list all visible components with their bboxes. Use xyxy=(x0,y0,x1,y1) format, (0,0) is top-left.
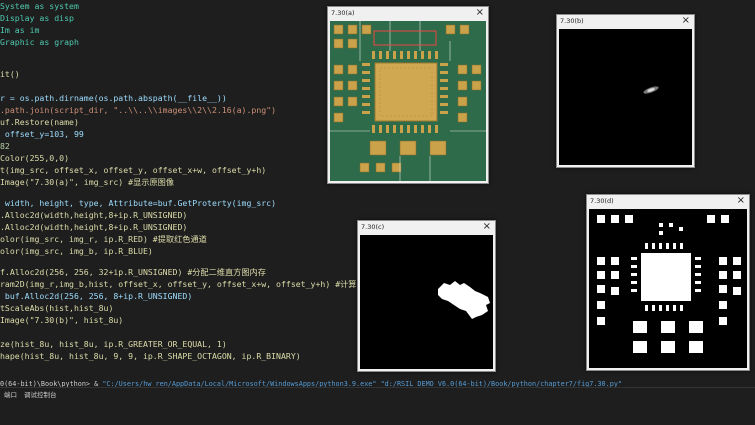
window-title: 7.30(b) xyxy=(560,17,584,25)
code-line: Graphic as graph xyxy=(0,37,79,47)
code-line: hape(hist_8u, hist_8u, 9, 9, ip.R_SHAPE_… xyxy=(0,351,301,361)
segmented-pads-image xyxy=(589,209,747,368)
image-canvas-a xyxy=(330,21,486,181)
code-line: System as system xyxy=(0,1,79,11)
code-line: ze(hist_8u, hist_8u, ip.R_GREATER_OR_EQU… xyxy=(0,339,227,349)
code-line: .Alloc2d(width,height,8+ip.R_UNSIGNED) xyxy=(0,210,188,220)
code-line: width, height, type, Attribute=buf.GetPr… xyxy=(0,198,277,208)
code-line: it() xyxy=(0,69,20,79)
image-window-d[interactable]: 7.30(d) × xyxy=(586,194,750,371)
image-canvas-b xyxy=(559,29,692,165)
image-window-b[interactable]: 7.30(b) × xyxy=(556,14,695,168)
code-line: olor(img_src, img_b, ip.R_BLUE) xyxy=(0,246,153,256)
tab-ports[interactable]: 端口 xyxy=(4,389,17,399)
code-line: f.Alloc2d(256, 256, 32+ip.R_UNSIGNED) #分… xyxy=(0,267,266,277)
code-line: tScaleAbs(hist,hist_8u) xyxy=(0,303,114,313)
code-line: Im as im xyxy=(0,25,40,35)
histogram-image xyxy=(559,29,692,165)
tab-debug-console[interactable]: 调试控制台 xyxy=(24,389,57,399)
close-icon[interactable]: × xyxy=(483,221,491,232)
close-icon[interactable]: × xyxy=(737,195,745,206)
code-line: 82 xyxy=(0,141,10,151)
code-line: r = os.path.dirname(os.path.abspath(__fi… xyxy=(0,93,227,103)
image-window-a[interactable]: 7.30(a) × xyxy=(327,6,489,184)
pcb-image xyxy=(330,21,486,181)
code-line: buf.Alloc2d(256, 256, 8+ip.R_UNSIGNED) xyxy=(0,291,193,301)
close-icon[interactable]: × xyxy=(476,7,484,18)
binary-blob-image xyxy=(360,235,493,369)
code-line: olor(img_src, img_r, ip.R_RED) #提取红色通道 xyxy=(0,234,207,244)
image-canvas-d xyxy=(589,209,747,368)
code-line: Image("7.30(b)", hist_8u) xyxy=(0,315,124,325)
image-window-c[interactable]: 7.30(c) × xyxy=(357,220,496,372)
code-line: Display as disp xyxy=(0,13,74,23)
code-line: offset_y=103, 99 xyxy=(0,129,84,139)
code-line: t(img_src, offset_x, offset_y, offset_x+… xyxy=(0,165,267,175)
terminal-area[interactable] xyxy=(0,399,755,425)
code-line: uf.Restore(name) xyxy=(0,117,79,127)
code-line: Color(255,0,0) xyxy=(0,153,70,163)
image-canvas-c xyxy=(360,235,493,369)
close-icon[interactable]: × xyxy=(682,15,690,26)
code-line: .Alloc2d(width,height,8+ip.R_UNSIGNED) xyxy=(0,222,188,232)
code-line: Image("7.30(a)", img_src) #显示原图像 xyxy=(0,177,175,187)
window-title: 7.30(c) xyxy=(361,223,385,231)
window-title: 7.30(d) xyxy=(590,197,614,205)
code-line: ram2D(img_r,img_b,hist, offset_x, offset… xyxy=(0,279,398,289)
code-line: .path.join(script_dir, "..\\..\\images\\… xyxy=(0,105,277,115)
window-title: 7.30(a) xyxy=(331,9,355,17)
